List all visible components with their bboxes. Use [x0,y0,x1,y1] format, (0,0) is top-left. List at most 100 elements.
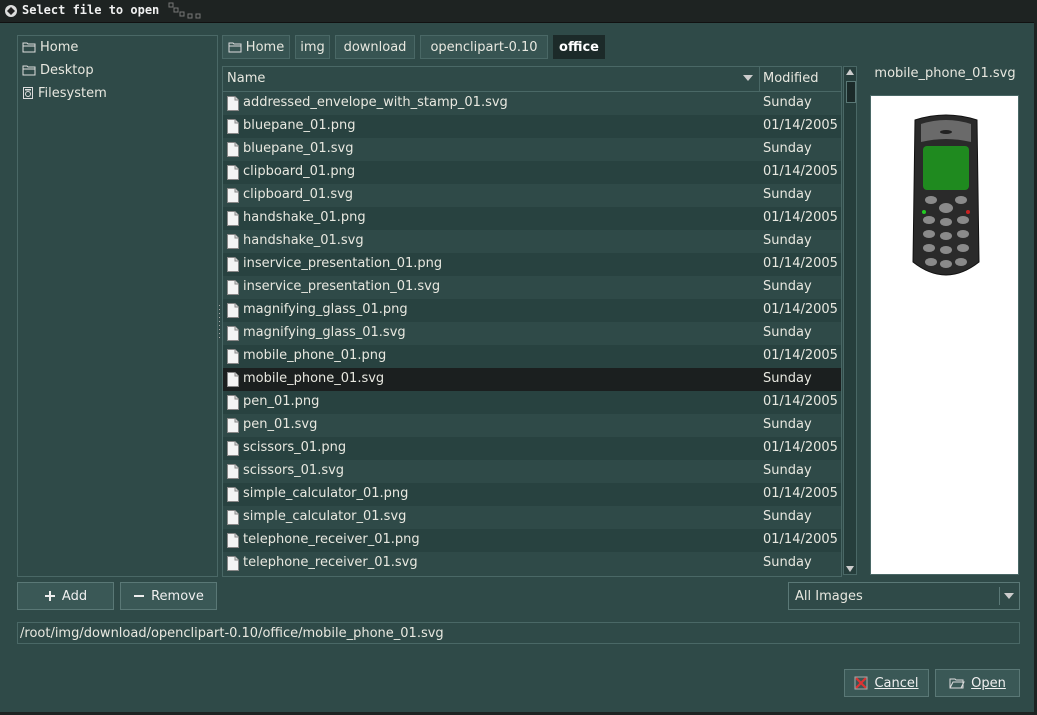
sort-descending-icon[interactable] [743,75,753,81]
file-row[interactable]: addressed_envelope_with_stamp_01.svg Sund… [223,92,841,115]
file-row[interactable]: mobile_phone_01.png 01/14/2005 [223,345,841,368]
file-row[interactable]: magnifying_glass_01.png 01/14/2005 [223,299,841,322]
titlebar-grip-icon [168,2,201,19]
file-type-filter[interactable]: All Images [788,582,1020,610]
file-row[interactable]: bluepane_01.png 01/14/2005 [223,115,841,138]
file-modified: 01/14/2005 [763,440,838,455]
file-row[interactable]: handshake_01.svg Sunday [223,230,841,253]
scrollbar-thumb[interactable] [846,81,856,103]
chevron-down-icon [1004,593,1014,599]
file-name: magnifying_glass_01.png [243,302,408,317]
file-row[interactable]: bluepane_01.svg Sunday [223,138,841,161]
file-icon [227,188,239,203]
add-button[interactable]: Add [17,582,114,610]
file-row[interactable]: simple_calculator_01.svg Sunday [223,506,841,529]
place-item-label: Home [40,39,79,55]
file-row[interactable]: clipboard_01.svg Sunday [223,184,841,207]
file-name: simple_calculator_01.png [243,486,409,501]
file-row[interactable]: pen_01.png 01/14/2005 [223,391,841,414]
file-modified: Sunday [763,233,812,248]
file-list: Name Modified addressed_envelope_with_st… [222,66,842,577]
file-name: pen_01.svg [243,417,318,432]
file-modified: Sunday [763,325,812,340]
file-row[interactable]: clipboard_01.png 01/14/2005 [223,161,841,184]
file-name: simple_calculator_01.svg [243,509,407,524]
open-button[interactable]: Open [935,669,1020,697]
file-name: mobile_phone_01.svg [243,371,385,386]
pathbar-label: img [300,39,325,55]
file-icon [227,418,239,433]
pane-resize-grip-icon[interactable] [218,305,221,341]
window-titlebar[interactable]: Select file to open [0,0,1037,23]
drive-icon [23,87,33,99]
file-modified: 01/14/2005 [763,118,838,133]
file-list-header: Name Modified [223,67,841,92]
file-row[interactable]: simple_calculator_01.png 01/14/2005 [223,483,841,506]
file-modified: 01/14/2005 [763,394,838,409]
folder-icon [22,42,36,53]
location-field[interactable]: /root/img/download/openclipart-0.10/offi… [17,622,1020,644]
file-icon [227,280,239,295]
place-item-filesystem[interactable]: Filesystem [22,83,107,103]
file-name: inservice_presentation_01.svg [243,279,441,294]
cancel-button[interactable]: Cancel [844,669,929,697]
column-header-name[interactable]: Name [227,71,265,86]
pathbar-label: Home [245,39,285,55]
place-item-desktop[interactable]: Desktop [22,60,94,80]
file-modified: 01/14/2005 [763,164,838,179]
place-item-label: Desktop [40,62,94,78]
file-list-scrollbar[interactable] [843,66,857,575]
pathbar-img[interactable]: img [295,35,330,59]
place-item-label: Filesystem [38,85,107,101]
file-icon [227,165,239,180]
file-icon [227,303,239,318]
file-modified: 01/14/2005 [763,256,838,271]
file-icon [227,211,239,226]
place-item-home[interactable]: Home [22,37,78,57]
file-name: clipboard_01.svg [243,187,354,202]
file-row[interactable]: magnifying_glass_01.svg Sunday [223,322,841,345]
file-icon [227,372,239,387]
file-modified: Sunday [763,463,812,478]
remove-button-label: Remove [151,588,204,604]
file-row[interactable]: inservice_presentation_01.png 01/14/2005 [223,253,841,276]
open-folder-icon [949,678,965,689]
file-modified: Sunday [763,417,812,432]
file-icon [227,510,239,525]
file-modified: 01/14/2005 [763,210,838,225]
file-name: scissors_01.svg [243,463,345,478]
file-modified: Sunday [763,509,812,524]
pathbar-home[interactable]: Home [222,35,290,59]
file-name: mobile_phone_01.png [243,348,387,363]
scroll-up-icon[interactable] [846,69,854,75]
file-row[interactable]: handshake_01.png 01/14/2005 [223,207,841,230]
file-row[interactable]: scissors_01.png 01/14/2005 [223,437,841,460]
pathbar-label: office [559,39,599,55]
scroll-down-icon[interactable] [846,566,854,572]
file-name: telephone_receiver_01.png [243,532,420,547]
pathbar-download[interactable]: download [335,35,415,59]
file-name: bluepane_01.png [243,118,356,133]
cancel-button-label: Cancel [874,675,919,691]
file-row[interactable]: mobile_phone_01.svg Sunday [223,368,841,391]
pathbar-label: openclipart-0.10 [430,39,538,55]
folder-icon [228,42,242,53]
plus-icon [44,591,55,601]
file-row[interactable]: pen_01.svg Sunday [223,414,841,437]
column-header-modified[interactable]: Modified [763,71,818,86]
file-modified: Sunday [763,141,812,156]
file-row[interactable]: telephone_receiver_01.png 01/14/2005 [223,529,841,552]
file-icon [227,349,239,364]
app-icon [5,5,17,17]
file-name: magnifying_glass_01.svg [243,325,406,340]
column-separator[interactable] [759,67,760,91]
pathbar-openclipart[interactable]: openclipart-0.10 [420,35,548,59]
file-row[interactable]: scissors_01.svg Sunday [223,460,841,483]
file-name: handshake_01.png [243,210,366,225]
file-row[interactable]: inservice_presentation_01.svg Sunday [223,276,841,299]
remove-button[interactable]: Remove [120,582,217,610]
pathbar-office[interactable]: office [553,35,605,59]
file-row[interactable]: telephone_receiver_01.svg Sunday [223,552,841,575]
preview-pane [870,95,1019,575]
folder-icon [22,65,36,76]
